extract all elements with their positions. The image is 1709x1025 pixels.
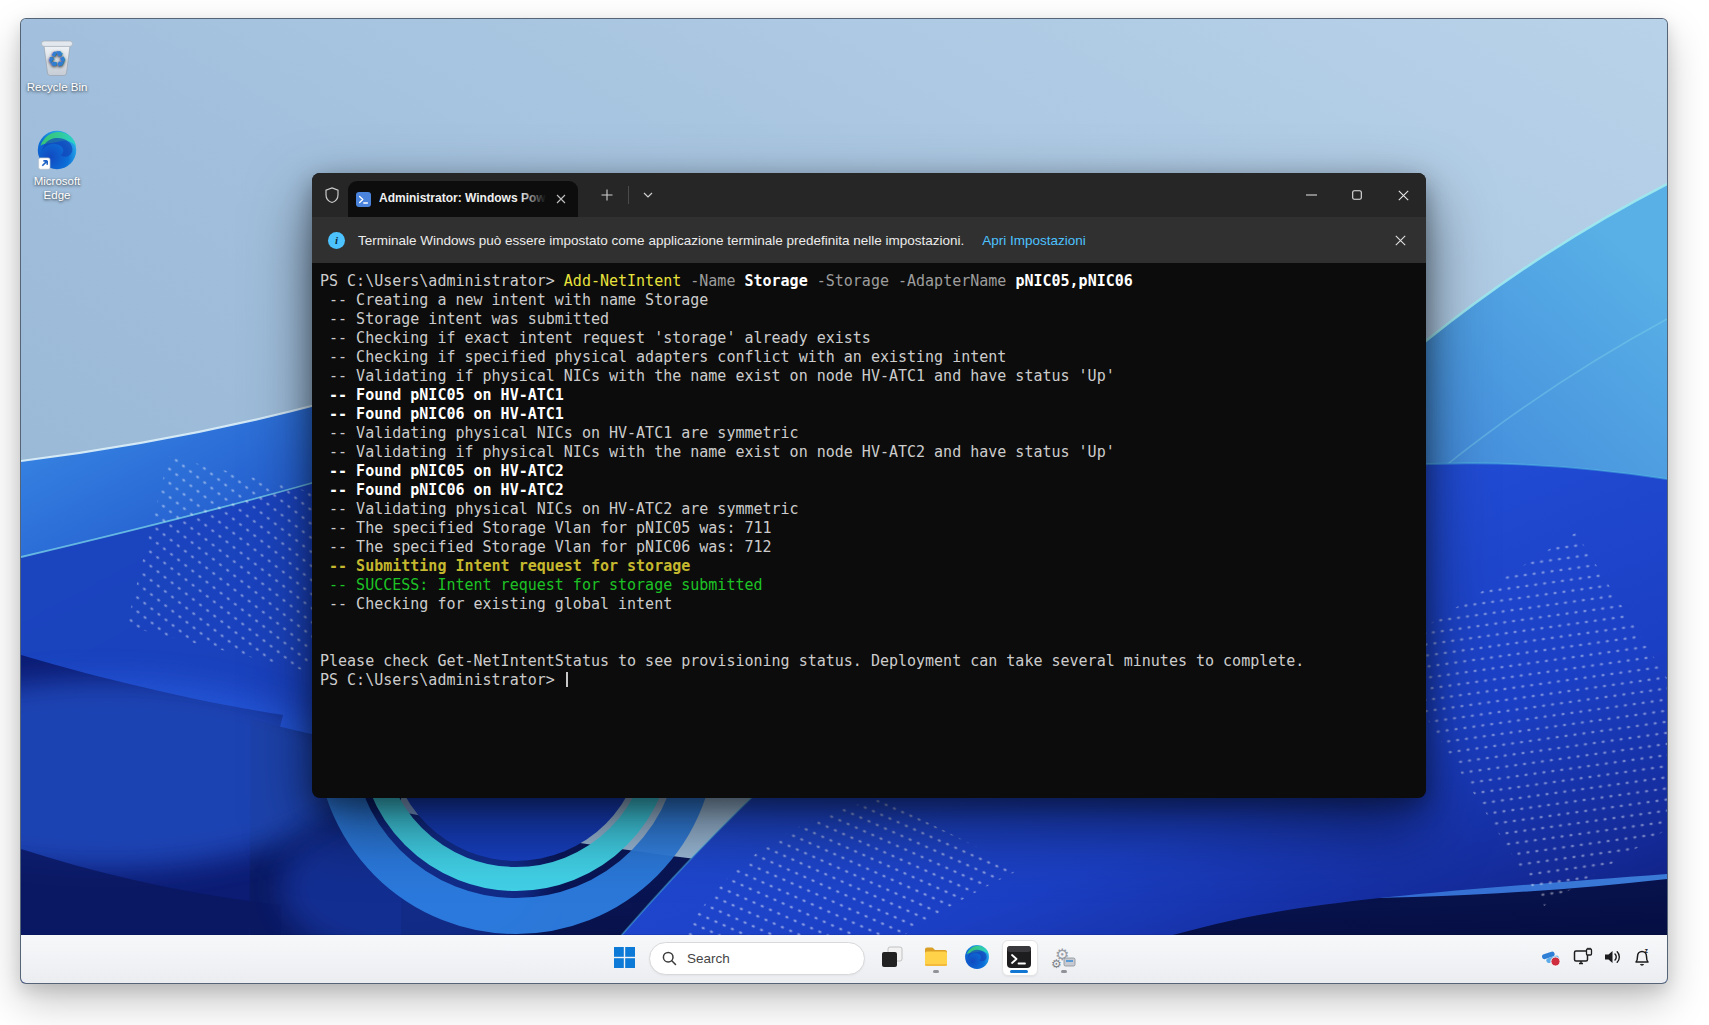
tab-close-button[interactable] <box>552 190 570 208</box>
task-view-icon <box>880 945 904 969</box>
terminal-line: -- Found pNIC06 on HV-ATC1 <box>320 405 1418 424</box>
terminal-line <box>320 614 1418 633</box>
search-box[interactable]: Search <box>649 942 865 975</box>
powershell-icon <box>356 192 371 207</box>
banner-message: Terminale Windows può essere impostato c… <box>358 233 964 248</box>
minimize-button[interactable] <box>1288 173 1334 217</box>
server-tool-icon: ⚙ ⚙ <box>1051 944 1077 970</box>
close-button[interactable] <box>1380 173 1426 217</box>
terminal-line: -- Checking for existing global intent <box>320 595 1418 614</box>
terminal-info-banner: i Terminale Windows può essere impostato… <box>312 217 1426 263</box>
new-tab-button[interactable] <box>592 180 622 210</box>
svg-text:♻: ♻ <box>47 47 67 72</box>
terminal-line: -- Storage intent was submitted <box>320 310 1418 329</box>
terminal-line: Please check Get-NetIntentStatus to see … <box>320 652 1418 671</box>
maximize-button[interactable] <box>1334 173 1380 217</box>
terminal-line: -- Checking if exact intent request 'sto… <box>320 329 1418 348</box>
search-label: Search <box>687 951 730 966</box>
terminal-icon <box>1006 944 1032 970</box>
desktop-icon-label: Edge <box>20 188 95 202</box>
desktop-icon-edge[interactable]: Microsoft Edge <box>20 129 95 202</box>
terminal-line: -- Found pNIC05 on HV-ATC2 <box>320 462 1418 481</box>
tab-dropdown-button[interactable] <box>635 182 661 208</box>
banner-close-button[interactable] <box>1390 230 1410 250</box>
info-icon: i <box>328 232 345 249</box>
terminal-titlebar[interactable]: Administrator: Windows Pow <box>312 173 1426 217</box>
taskbar-terminal[interactable] <box>999 937 1039 977</box>
bell-icon: z <box>1631 946 1653 968</box>
taskbar-admin-tool[interactable]: ⚙ ⚙ <box>1044 937 1084 977</box>
terminal-line: -- Checking if specified physical adapte… <box>320 348 1418 367</box>
terminal-line <box>320 633 1418 652</box>
tab-bar-separator <box>628 186 629 204</box>
terminal-cursor <box>566 672 568 687</box>
tray-display[interactable] <box>1566 937 1600 977</box>
taskbar-file-explorer[interactable] <box>916 937 956 977</box>
taskbar-task-view[interactable] <box>872 937 912 977</box>
edge-icon <box>964 944 990 970</box>
admin-shield-icon <box>323 186 341 204</box>
taskbar: Search <box>21 935 1667 983</box>
terminal-line: -- Validating if physical NICs with the … <box>320 443 1418 462</box>
taskbar-edge[interactable] <box>957 937 997 977</box>
edge-icon <box>36 129 78 171</box>
recycle-bin-icon: ♻ <box>35 31 79 77</box>
open-settings-link[interactable]: Apri Impostazioni <box>982 233 1086 248</box>
desktop-icon-label: Recycle Bin <box>20 80 95 94</box>
terminal-output[interactable]: PS C:\Users\administrator> Add-NetIntent… <box>312 263 1426 699</box>
running-indicator <box>1061 970 1067 973</box>
display-icon <box>1572 946 1594 968</box>
speaker-icon <box>1602 946 1624 968</box>
tray-network-device[interactable] <box>1534 937 1568 977</box>
terminal-line: -- SUCCESS: Intent request for storage s… <box>320 576 1418 595</box>
terminal-line: -- Found pNIC06 on HV-ATC2 <box>320 481 1418 500</box>
running-indicator <box>933 970 939 973</box>
terminal-line: -- Validating physical NICs on HV-ATC2 a… <box>320 500 1418 519</box>
start-button[interactable] <box>604 937 644 977</box>
terminal-window: Administrator: Windows Pow <box>312 173 1426 798</box>
active-running-indicator <box>1010 970 1028 974</box>
desktop-icon-label: Microsoft <box>20 174 95 188</box>
file-explorer-icon <box>923 944 949 970</box>
svg-text:z: z <box>1645 947 1649 954</box>
windows-logo-icon <box>614 947 635 968</box>
terminal-line: -- The specified Storage Vlan for pNIC05… <box>320 519 1418 538</box>
desktop-icon-recycle-bin[interactable]: ♻ Recycle Bin <box>20 31 95 94</box>
desktop-screen: ♻ Recycle Bin Microsoft Edge <box>20 18 1668 984</box>
terminal-line: -- Creating a new intent with name Stora… <box>320 291 1418 310</box>
terminal-line: -- Found pNIC05 on HV-ATC1 <box>320 386 1418 405</box>
terminal-tab[interactable]: Administrator: Windows Pow <box>348 181 578 217</box>
terminal-line: -- Validating physical NICs on HV-ATC1 a… <box>320 424 1418 443</box>
tab-title: Administrator: Windows Pow <box>379 191 546 207</box>
tray-notifications[interactable]: z <box>1625 937 1659 977</box>
terminal-line: PS C:\Users\administrator> Add-NetIntent… <box>320 272 1418 291</box>
terminal-line: PS C:\Users\administrator> <box>320 671 1418 690</box>
terminal-line: -- Submitting Intent request for storage <box>320 557 1418 576</box>
svg-text:⚙: ⚙ <box>1051 957 1062 970</box>
terminal-line: -- Validating if physical NICs with the … <box>320 367 1418 386</box>
terminal-line: -- The specified Storage Vlan for pNIC06… <box>320 538 1418 557</box>
device-status-icon <box>1540 946 1562 968</box>
search-icon <box>662 951 677 966</box>
